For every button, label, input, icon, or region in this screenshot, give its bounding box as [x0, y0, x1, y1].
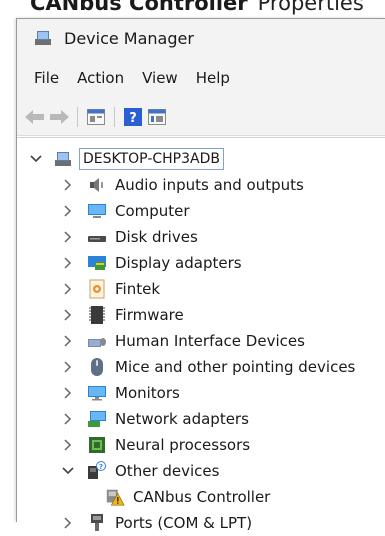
- svg-text:?: ?: [99, 463, 103, 471]
- tree-item-label: Disk drives: [115, 228, 198, 246]
- tree-item-audio[interactable]: Audio inputs and outputs: [61, 172, 304, 198]
- warning-device-icon: [105, 487, 125, 507]
- neural-processor-icon: [87, 435, 107, 455]
- tree-item-display-adapters[interactable]: Display adapters: [61, 250, 242, 276]
- port-icon: [87, 513, 107, 533]
- hid-icon: [87, 331, 107, 351]
- tree-item-other-devices[interactable]: ? Other devices: [61, 458, 219, 484]
- tree-item-label: Neural processors: [115, 436, 251, 454]
- background-title-rest: Properties: [257, 0, 364, 15]
- disk-drive-icon: [87, 227, 107, 247]
- window-title: Device Manager: [64, 28, 194, 48]
- tree-item-mice[interactable]: Mice and other pointing devices: [61, 354, 355, 380]
- chevron-right-icon[interactable]: [61, 334, 75, 348]
- network-adapter-icon: [87, 409, 107, 429]
- speaker-icon: [87, 175, 107, 195]
- chevron-right-icon[interactable]: [61, 412, 75, 426]
- menu-view[interactable]: View: [133, 69, 187, 87]
- chevron-right-icon[interactable]: [61, 438, 75, 452]
- toolbar-separator: [114, 107, 115, 127]
- chevron-down-icon[interactable]: [61, 464, 75, 478]
- back-button[interactable]: [23, 106, 47, 128]
- properties-button[interactable]: [84, 106, 108, 128]
- menu-help[interactable]: Help: [187, 69, 239, 87]
- forward-button[interactable]: [47, 106, 71, 128]
- background-title-bold: CANbus Controller: [30, 0, 248, 15]
- other-devices-icon: ?: [87, 461, 107, 481]
- firmware-chip-icon: [87, 305, 107, 325]
- tree-item-label: Mice and other pointing devices: [115, 358, 356, 376]
- svg-text:?: ?: [129, 111, 137, 126]
- monitor-icon: [87, 383, 107, 403]
- help-button[interactable]: ?: [121, 106, 145, 128]
- tree-root[interactable]: DESKTOP-CHP3ADB: [29, 146, 224, 172]
- tree-item-firmware[interactable]: Firmware: [61, 302, 184, 328]
- toolbar: ?: [17, 99, 385, 136]
- tree-item-canbus-controller[interactable]: CANbus Controller: [93, 484, 270, 510]
- menu-file[interactable]: File: [25, 69, 68, 87]
- root-label: DESKTOP-CHP3ADB: [79, 148, 224, 170]
- forward-arrow-icon: [50, 110, 69, 124]
- chevron-right-icon[interactable]: [61, 516, 75, 530]
- chevron-right-icon[interactable]: [61, 386, 75, 400]
- computer-icon: [87, 201, 107, 221]
- tree-item-label: Display adapters: [115, 254, 242, 272]
- tree-item-label: Network adapters: [115, 410, 249, 428]
- chevron-right-icon[interactable]: [61, 178, 75, 192]
- device-manager-icon: [35, 31, 51, 45]
- display-adapter-icon: [87, 253, 107, 273]
- tree-item-hid[interactable]: Human Interface Devices: [61, 328, 305, 354]
- tree-item-label: Fintek: [115, 280, 161, 298]
- help-icon: ?: [124, 108, 142, 126]
- chevron-right-icon[interactable]: [61, 282, 75, 296]
- tree-item-network[interactable]: Network adapters: [61, 406, 249, 432]
- chevron-right-icon[interactable]: [61, 204, 75, 218]
- tree-item-label: Computer: [115, 202, 190, 220]
- tree-item-ports[interactable]: Ports (COM & LPT): [61, 510, 252, 536]
- show-hidden-icon: [148, 109, 166, 125]
- chevron-right-icon[interactable]: [61, 256, 75, 270]
- tree-item-label: Ports (COM & LPT): [115, 514, 253, 532]
- tree-item-label: Audio inputs and outputs: [115, 176, 304, 194]
- show-hidden-button[interactable]: [145, 106, 169, 128]
- computer-host-icon: [53, 149, 73, 169]
- fintek-icon: [87, 279, 107, 299]
- chevron-right-icon[interactable]: [61, 230, 75, 244]
- tree-item-label: Human Interface Devices: [115, 332, 305, 350]
- menu-bar: File Action View Help: [17, 57, 385, 99]
- chevron-right-icon[interactable]: [61, 308, 75, 322]
- tree-item-monitors[interactable]: Monitors: [61, 380, 180, 406]
- chevron-down-icon[interactable]: [29, 152, 43, 166]
- tree-item-label: CANbus Controller: [133, 488, 271, 506]
- tree-item-neural[interactable]: Neural processors: [61, 432, 250, 458]
- tree-item-label: Monitors: [115, 384, 180, 402]
- tree-item-label: Firmware: [115, 306, 184, 324]
- toolbar-separator: [77, 107, 78, 127]
- tree-item-fintek[interactable]: Fintek: [61, 276, 160, 302]
- title-bar[interactable]: Device Manager: [17, 19, 385, 57]
- background-window-title: CANbus Controller Properties: [0, 0, 385, 19]
- back-arrow-icon: [25, 110, 44, 124]
- tree-item-label: Other devices: [115, 462, 220, 480]
- chevron-right-icon[interactable]: [61, 360, 75, 374]
- device-manager-window: Device Manager File Action View Help ? D…: [16, 18, 385, 532]
- tree-item-disk-drives[interactable]: Disk drives: [61, 224, 198, 250]
- properties-icon: [87, 109, 105, 125]
- device-tree: DESKTOP-CHP3ADB Audio inputs and outputs…: [17, 137, 385, 532]
- mouse-icon: [87, 357, 107, 377]
- tree-item-computer[interactable]: Computer: [61, 198, 190, 224]
- menu-action[interactable]: Action: [68, 69, 133, 87]
